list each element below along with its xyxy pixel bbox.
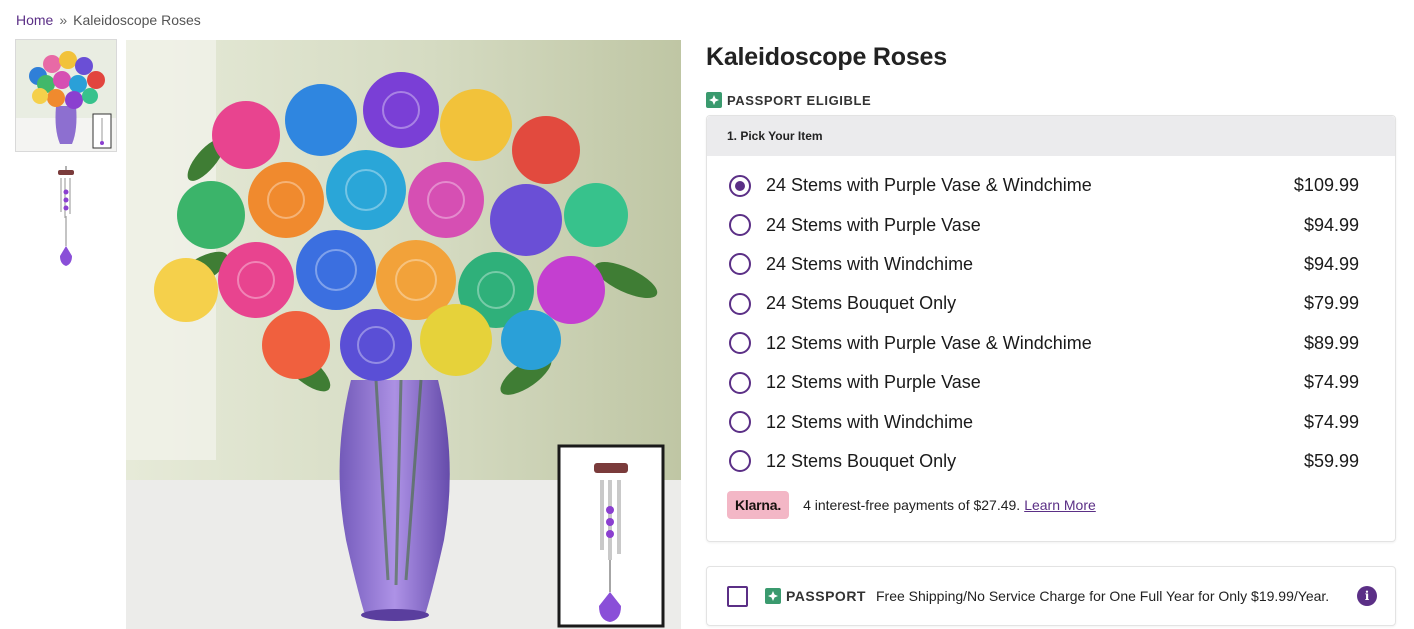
- product-main-image: [126, 40, 681, 629]
- windchime-thumbnail-image: [16, 156, 116, 274]
- thumbnail-list: [15, 39, 117, 274]
- thumbnail-bouquet[interactable]: [15, 39, 117, 152]
- passport-checkbox[interactable]: [727, 585, 748, 607]
- item-picker: 1. Pick Your Item 24 Stems with Purple V…: [706, 115, 1396, 543]
- item-options-list: 24 Stems with Purple Vase & Windchime $1…: [707, 156, 1395, 481]
- item-option-price: $74.99: [1303, 411, 1359, 432]
- thumbnail-windchime[interactable]: [16, 156, 116, 274]
- product-info-panel: Kaleidoscope Roses PASSPORT ELIGIBLE 1. …: [706, 40, 1396, 627]
- radio[interactable]: [729, 292, 751, 315]
- item-option[interactable]: 12 Stems with Windchime $74.99: [707, 402, 1395, 441]
- radio-selected[interactable]: [729, 174, 751, 197]
- item-option[interactable]: 24 Stems with Purple Vase & Windchime $1…: [707, 166, 1395, 205]
- item-option-label: 24 Stems with Windchime: [766, 253, 974, 274]
- passport-brand: PASSPORT: [765, 588, 866, 605]
- radio[interactable]: [729, 214, 751, 237]
- item-option-label: 24 Stems with Purple Vase & Windchime: [766, 175, 1092, 196]
- passport-icon: [765, 588, 781, 605]
- product-title: Kaleidoscope Roses: [706, 43, 947, 71]
- passport-description: Free Shipping/No Service Charge for One …: [875, 588, 1330, 605]
- item-option-label: 12 Stems with Purple Vase & Windchime: [766, 332, 1092, 353]
- item-option-price: $59.99: [1303, 450, 1359, 471]
- item-option[interactable]: 24 Stems with Windchime $94.99: [707, 245, 1395, 284]
- klarna-financing: Klarna. 4 interest-free payments of $27.…: [707, 481, 1395, 541]
- item-option-label: 24 Stems Bouquet Only: [766, 293, 957, 314]
- passport-name: PASSPORT: [786, 588, 866, 605]
- item-option-price: $94.99: [1303, 253, 1359, 274]
- breadcrumb-home-link[interactable]: Home: [16, 12, 53, 28]
- radio[interactable]: [729, 411, 751, 434]
- item-option-price: $89.99: [1303, 332, 1359, 353]
- rose-bouquet-image: [126, 40, 681, 629]
- klarna-learn-more-link[interactable]: Learn More: [1024, 497, 1096, 513]
- breadcrumb: Home » Kaleidoscope Roses: [16, 12, 201, 28]
- item-option-price: $74.99: [1303, 372, 1359, 393]
- item-option-label: 12 Stems Bouquet Only: [766, 450, 957, 471]
- passport-icon: [706, 92, 722, 108]
- klarna-text: 4 interest-free payments of $27.49.: [803, 497, 1021, 514]
- item-option-label: 24 Stems with Purple Vase: [766, 214, 981, 235]
- info-icon[interactable]: i: [1357, 586, 1377, 607]
- item-option[interactable]: 24 Stems with Purple Vase $94.99: [707, 205, 1395, 244]
- radio[interactable]: [729, 253, 751, 276]
- passport-eligible-badge: PASSPORT ELIGIBLE: [706, 92, 1396, 108]
- item-option-price: $79.99: [1303, 293, 1359, 314]
- breadcrumb-current: Kaleidoscope Roses: [73, 12, 201, 28]
- passport-eligible-label: PASSPORT ELIGIBLE: [727, 92, 872, 108]
- item-option-label: 12 Stems with Purple Vase: [766, 372, 981, 393]
- passport-offer: PASSPORT Free Shipping/No Service Charge…: [706, 566, 1396, 627]
- item-picker-heading: 1. Pick Your Item: [707, 116, 1395, 156]
- item-option[interactable]: 12 Stems Bouquet Only $59.99: [707, 442, 1395, 481]
- item-option[interactable]: 24 Stems Bouquet Only $79.99: [707, 284, 1395, 323]
- item-option-price: $109.99: [1293, 175, 1359, 196]
- item-option-price: $94.99: [1303, 214, 1359, 235]
- breadcrumb-separator: »: [59, 12, 68, 28]
- radio[interactable]: [729, 371, 751, 394]
- radio[interactable]: [729, 332, 751, 355]
- item-option-label: 12 Stems with Windchime: [766, 411, 974, 432]
- radio[interactable]: [729, 450, 751, 473]
- item-option[interactable]: 12 Stems with Purple Vase & Windchime $8…: [707, 324, 1395, 363]
- bouquet-thumbnail-image: [16, 40, 116, 151]
- klarna-logo: Klarna.: [727, 491, 790, 520]
- item-option[interactable]: 12 Stems with Purple Vase $74.99: [707, 363, 1395, 402]
